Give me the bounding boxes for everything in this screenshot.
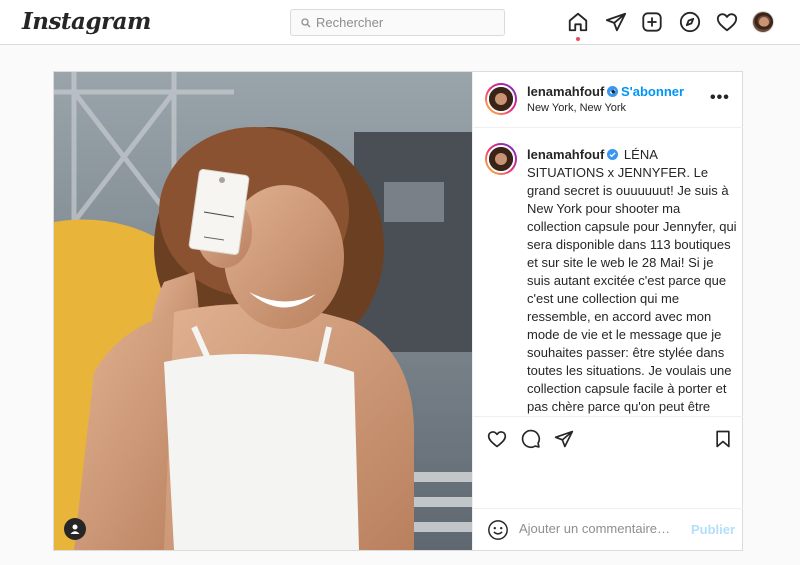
nav-home-button[interactable] [567,11,589,41]
comment-button[interactable] [521,429,541,449]
tagged-users-button[interactable] [64,518,86,540]
caption-author-avatar[interactable] [485,143,517,175]
post-header: lenamahfouf • S'abonner New York, New Yo… [473,72,743,128]
search-input[interactable] [316,15,496,30]
save-button[interactable] [713,429,733,449]
explore-compass-icon [679,11,701,33]
post-photo[interactable] [54,72,472,550]
search-icon [301,17,311,27]
activity-heart-icon [716,13,738,32]
new-post-icon [642,12,662,32]
search-box[interactable] [290,9,505,36]
nav-profile-avatar[interactable] [752,11,774,33]
bookmark-icon [716,430,730,448]
share-button[interactable] [554,429,574,449]
user-tag-icon [70,524,80,534]
emoji-smiley-icon [488,520,508,540]
nav-activity-button[interactable] [716,11,738,33]
header-separator: • [611,84,616,99]
comment-composer: Publier [473,508,743,550]
author-avatar[interactable] [485,83,517,115]
comment-input[interactable] [519,521,679,536]
home-icon [568,12,588,32]
avatar-image [489,87,513,111]
post-image [54,72,472,550]
publish-comment-button[interactable]: Publier [691,522,735,537]
verified-badge-icon [607,149,619,160]
author-username[interactable]: lenamahfouf [527,84,619,99]
nav-new-post-button[interactable] [641,11,663,33]
nav-direct-button[interactable] [605,11,627,33]
post-sidebar: lenamahfouf • S'abonner New York, New Yo… [472,72,743,550]
profile-avatar-icon [753,12,773,32]
post-location[interactable]: New York, New York [527,102,626,114]
emoji-picker-button[interactable] [487,519,509,541]
nav-explore-button[interactable] [679,11,701,33]
top-navigation-bar: Instagram [0,0,800,45]
more-options-icon[interactable]: ••• [710,89,730,107]
avatar-image [489,147,513,171]
follow-button[interactable]: S'abonner [621,84,684,99]
share-send-icon [554,430,574,448]
notification-dot [576,37,580,41]
caption-section: lenamahfouf LÉNA SITUATIONS x JENNYFER. … [473,129,743,416]
like-button[interactable] [487,429,507,449]
post-card: lenamahfouf • S'abonner New York, New Yo… [53,71,743,551]
post-actions [473,416,743,460]
heart-icon [487,431,507,448]
post-caption: lenamahfouf LÉNA SITUATIONS x JENNYFER. … [527,146,737,416]
instagram-logo[interactable]: Instagram [22,8,151,35]
direct-send-icon [605,12,627,32]
caption-text: LÉNA SITUATIONS x JENNYFER. Le grand sec… [527,147,737,414]
comment-icon [521,429,541,449]
caption-username[interactable]: lenamahfouf [527,147,619,162]
